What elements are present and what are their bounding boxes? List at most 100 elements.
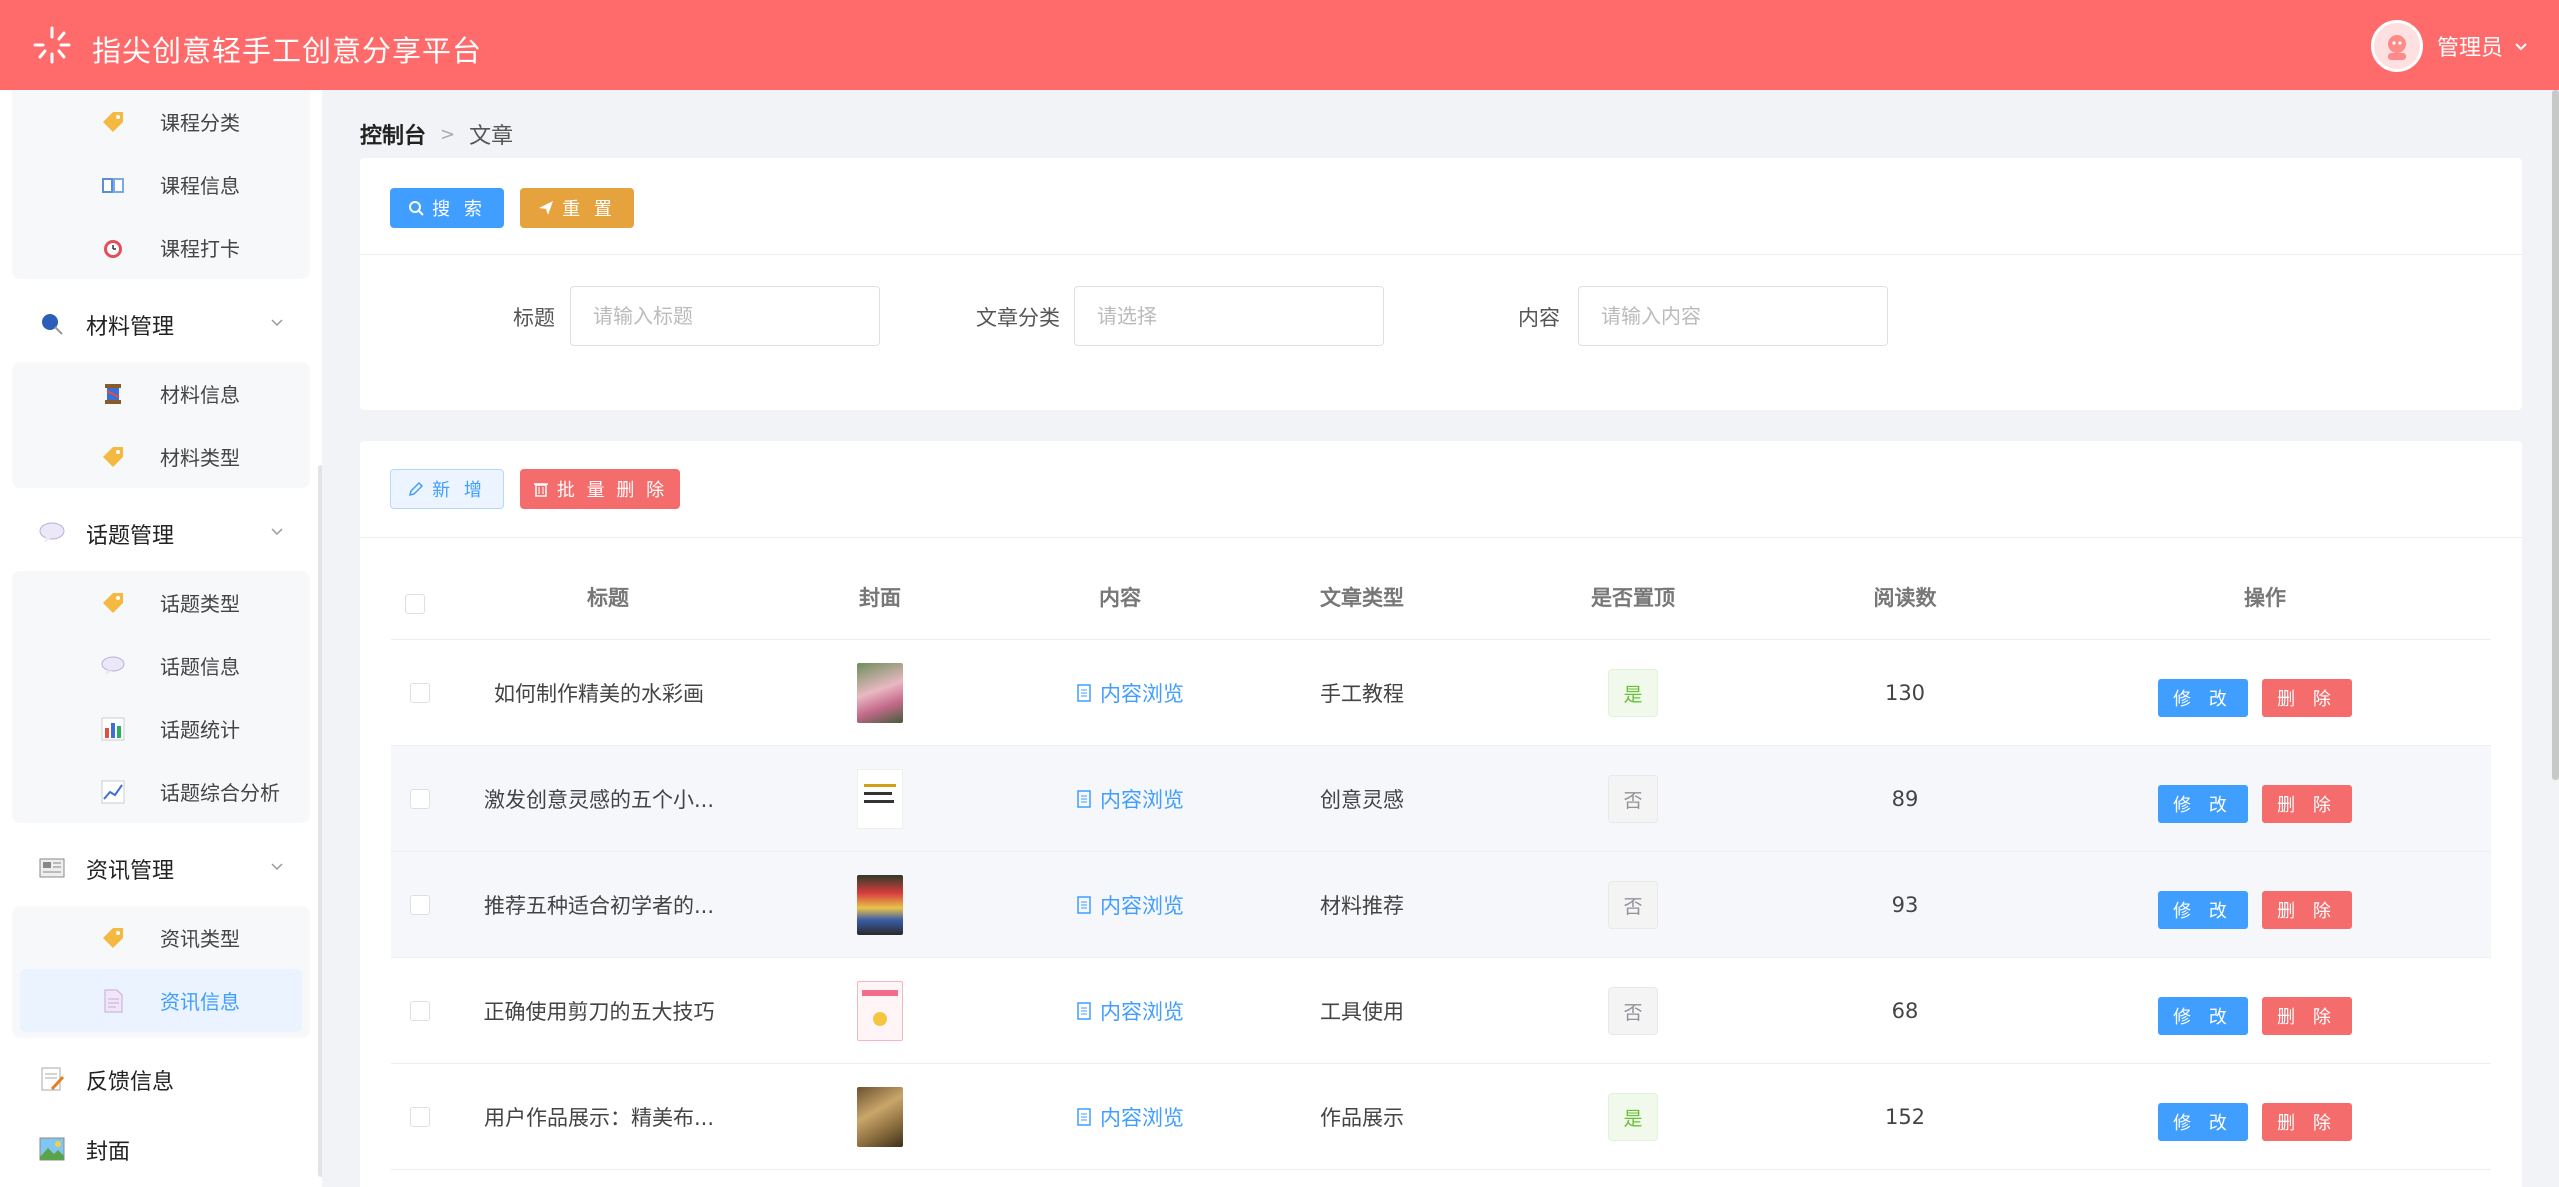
- row-checkbox[interactable]: [410, 1107, 430, 1127]
- thumbnail-figure: [873, 1012, 887, 1026]
- view-content-link[interactable]: 内容浏览: [1076, 890, 1184, 920]
- add-button-label: 新 增: [432, 480, 486, 501]
- type-cell: 材料推荐: [1320, 894, 1404, 918]
- reset-button[interactable]: 重 置: [520, 188, 634, 228]
- batch-delete-button[interactable]: 批 量 删 除: [520, 469, 680, 509]
- view-content-label: 内容浏览: [1100, 682, 1184, 706]
- row-checkbox-cell: [391, 852, 449, 958]
- content-cell: 内容浏览: [1020, 640, 1240, 746]
- memo-icon: [41, 1067, 65, 1091]
- news-submenu: 资讯类型 资讯信息: [12, 906, 310, 1038]
- sidebar-item-label: 课程信息: [160, 174, 240, 198]
- column-header-content: 内容: [1099, 586, 1141, 610]
- view-content-link[interactable]: 内容浏览: [1076, 996, 1184, 1026]
- cover-thumbnail[interactable]: [857, 875, 903, 935]
- sidebar-item-label: 话题类型: [160, 592, 240, 616]
- reads-cell: 93: [1891, 893, 1919, 917]
- view-content-link[interactable]: 内容浏览: [1076, 678, 1184, 708]
- sidebar-item-news-info[interactable]: 资讯信息: [20, 969, 302, 1032]
- sidebar-item-course-info[interactable]: 课程信息: [12, 153, 310, 216]
- reads-cell: 130: [1884, 681, 1926, 705]
- cover-cell: [820, 1064, 940, 1170]
- table-row: 用户作品展示：精美布... 内容浏览 作品展示 是 152 修 改 删 除: [391, 1064, 2491, 1170]
- edit-button[interactable]: 修 改: [2158, 997, 2248, 1035]
- select-all-checkbox[interactable]: [405, 594, 425, 614]
- sidebar-item-topic-stats[interactable]: 话题统计: [12, 697, 310, 760]
- line-chart-icon: [101, 780, 125, 804]
- view-content-link[interactable]: 内容浏览: [1076, 784, 1184, 814]
- delete-button[interactable]: 删 除: [2262, 1103, 2352, 1141]
- thumbnail-banner: [862, 990, 898, 996]
- sidebar-item-cover[interactable]: 封面: [0, 1117, 322, 1182]
- table-row: 如何制作精美的水彩画 内容浏览 手工教程 是 130 修 改 删 除: [391, 640, 2491, 746]
- delete-button[interactable]: 删 除: [2262, 997, 2352, 1035]
- view-content-label: 内容浏览: [1100, 1000, 1184, 1024]
- sidebar-item-course-checkin[interactable]: 课程打卡: [12, 216, 310, 279]
- delete-button[interactable]: 删 除: [2262, 891, 2352, 929]
- breadcrumb-home[interactable]: 控制台: [360, 118, 426, 150]
- cover-thumbnail[interactable]: [857, 1087, 903, 1147]
- row-checkbox[interactable]: [410, 895, 430, 915]
- app-title: 指尖创意轻手工创意分享平台: [92, 34, 483, 68]
- materials-submenu: 材料信息 材料类型: [12, 362, 310, 488]
- bar-chart-icon: [101, 717, 125, 741]
- search-button[interactable]: 搜 索: [390, 188, 504, 228]
- sidebar-item-topic-info[interactable]: 话题信息: [12, 634, 310, 697]
- cover-thumbnail[interactable]: [857, 981, 903, 1041]
- row-checkbox[interactable]: [410, 1001, 430, 1021]
- sidebar-scrollbar[interactable]: [318, 465, 322, 1177]
- sidebar-item-material-type[interactable]: 材料类型: [12, 425, 310, 488]
- type-cell: 工具使用: [1320, 1000, 1404, 1024]
- sidebar-item-materials[interactable]: 材料管理: [0, 287, 322, 362]
- pinned-cell: 否: [1553, 958, 1713, 1064]
- delete-button[interactable]: 删 除: [2262, 785, 2352, 823]
- search-button-label: 搜 索: [432, 199, 486, 220]
- content-cell: 内容浏览: [1020, 746, 1240, 852]
- row-checkbox[interactable]: [410, 789, 430, 809]
- category-select[interactable]: [1074, 286, 1384, 346]
- table-row: 正确使用剪刀的五大技巧 内容浏览 工具使用 否 68 修 改 删 除: [391, 958, 2491, 1064]
- breadcrumb-current: 文章: [469, 124, 514, 149]
- content-input[interactable]: [1578, 286, 1888, 346]
- sidebar-item-topic-analysis[interactable]: 话题综合分析: [12, 760, 310, 823]
- edit-button[interactable]: 修 改: [2158, 1103, 2248, 1141]
- sidebar-item-topic-type[interactable]: 话题类型: [12, 571, 310, 634]
- sidebar-item-news[interactable]: 资讯管理: [0, 831, 322, 906]
- speech-bubble-icon: [101, 656, 125, 675]
- newspaper-icon: [39, 858, 65, 878]
- pinned-cell: 否: [1553, 852, 1713, 958]
- actions-cell: 修 改 删 除: [2135, 958, 2375, 1064]
- paper-plane-icon: [539, 201, 554, 215]
- sidebar-item-material-info[interactable]: 材料信息: [12, 362, 310, 425]
- edit-button[interactable]: 修 改: [2158, 785, 2248, 823]
- sidebar-item-feedback[interactable]: 反馈信息: [0, 1042, 322, 1117]
- reads-cell: 152: [1884, 1105, 1926, 1129]
- type-cell: 作品展示: [1320, 1106, 1404, 1130]
- pinned-cell: 否: [1553, 746, 1713, 852]
- search-card: 搜 索 重 置 标题 文章分类 内容: [360, 158, 2522, 410]
- cover-cell: [820, 958, 940, 1064]
- edit-button[interactable]: 修 改: [2158, 891, 2248, 929]
- add-button[interactable]: 新 增: [390, 469, 504, 509]
- search-icon: [409, 201, 424, 216]
- view-content-label: 内容浏览: [1100, 1106, 1184, 1130]
- row-checkbox[interactable]: [410, 683, 430, 703]
- sidebar-item-label: 话题综合分析: [160, 781, 280, 805]
- edit-button[interactable]: 修 改: [2158, 679, 2248, 717]
- sparkle-logo-icon: [33, 26, 71, 64]
- page-scrollbar[interactable]: [2552, 90, 2559, 780]
- row-checkbox-cell: [391, 958, 449, 1064]
- row-checkbox-cell: [391, 1064, 449, 1170]
- delete-button[interactable]: 删 除: [2262, 679, 2352, 717]
- pinned-tag: 否: [1608, 775, 1658, 823]
- view-content-link[interactable]: 内容浏览: [1076, 1102, 1184, 1132]
- user-menu[interactable]: 管理员: [2370, 20, 2529, 72]
- cover-thumbnail[interactable]: [857, 769, 903, 829]
- sidebar: 课程分类 课程信息 课程打卡 材料管理 材料信息 材料类型 话题管理 话题类型 …: [0, 90, 322, 1187]
- sidebar-item-course-category[interactable]: 课程分类: [12, 90, 310, 153]
- title-input[interactable]: [570, 286, 880, 346]
- cover-thumbnail[interactable]: [857, 663, 903, 723]
- sidebar-item-news-type[interactable]: 资讯类型: [12, 906, 310, 969]
- row-checkbox-cell: [391, 640, 449, 746]
- sidebar-item-topics[interactable]: 话题管理: [0, 496, 322, 571]
